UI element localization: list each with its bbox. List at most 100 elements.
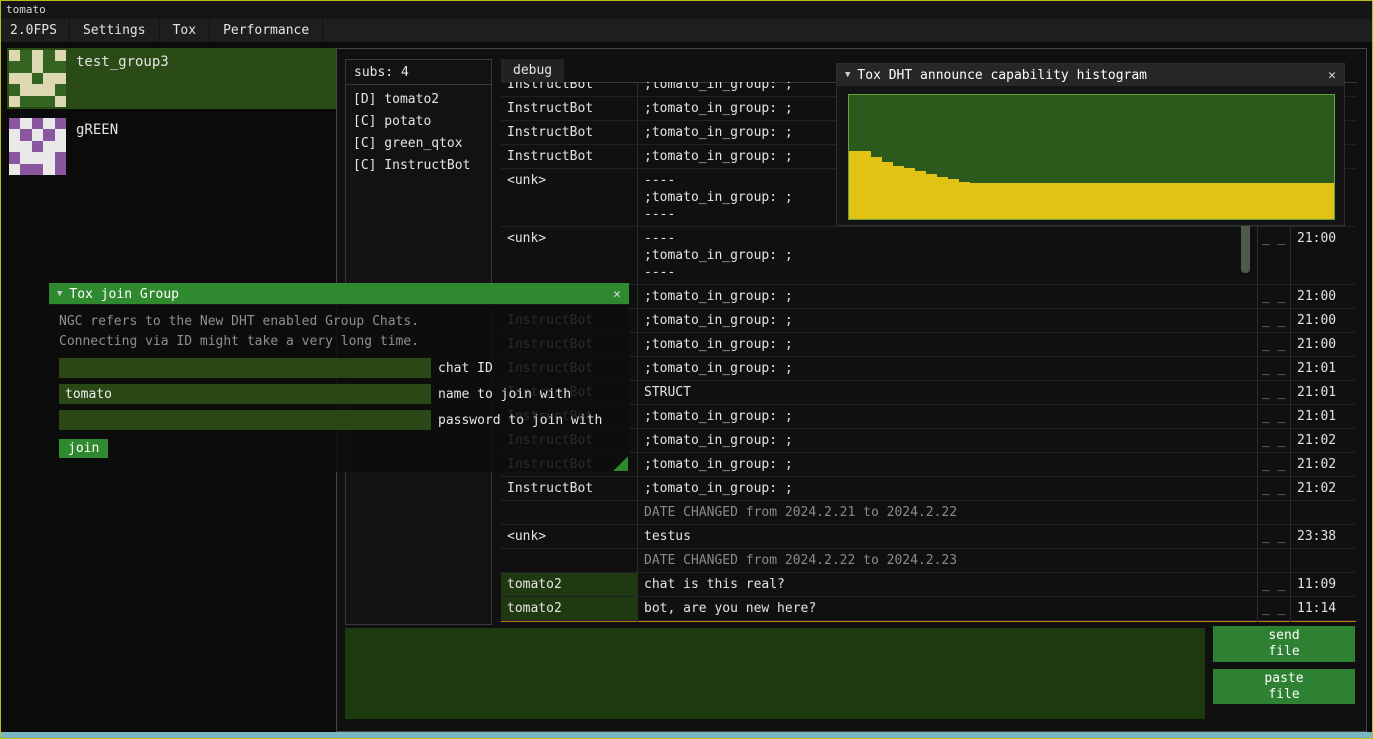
message-row: InstructBotSTRUCT_ _21:01 [501,381,1356,405]
message-status: _ _ [1258,405,1291,428]
message-sender: tomato2 [501,597,638,620]
message-status: _ _ [1258,597,1291,620]
histogram-bar [1168,183,1179,219]
join-input-chat-ID[interactable] [59,358,431,378]
histogram-bar [981,183,992,219]
message-status: _ _ [1258,381,1291,404]
join-info-line2: Connecting via ID might take a very long… [59,332,619,352]
tab-debug[interactable]: debug [501,59,564,83]
message-msg: ;tomato_in_group: ; [638,333,1258,356]
message-msg: bot, are you new here? [638,597,1258,620]
message-status: _ _ [1258,525,1291,548]
histogram-bar [1279,183,1290,219]
contact-avatar [9,118,66,175]
join-input-password-to-join-with[interactable] [59,410,431,430]
dht-histogram-window: ▼ Tox DHT announce capability histogram … [836,63,1345,226]
message-time: 21:00 [1291,227,1356,284]
message-msg: No, I've been in this group for quite so… [638,621,1258,622]
paste-file-button[interactable]: paste file [1213,669,1355,704]
histogram-bar [1213,183,1224,219]
message-sender: InstructBot [501,97,638,120]
resize-grip[interactable] [613,456,628,471]
message-sender: <unk> [501,169,638,226]
message-status: _ _ [1258,477,1291,500]
message-status: _ _ [1258,453,1291,476]
histogram-bar [1301,183,1312,219]
histogram-bar [1069,183,1080,219]
histogram-bar [992,183,1003,219]
message-msg: ;tomato_in_group: ; [638,405,1258,428]
message-row: tomato2bot, are you new here?_ _11:14 [501,597,1356,621]
message-time [1291,501,1356,524]
message-row: <unk>---- ;tomato_in_group: ; ----_ _21:… [501,227,1356,285]
message-time: 21:01 [1291,405,1356,428]
message-time: 21:02 [1291,453,1356,476]
contact-list: test_group3 gREEN [7,48,337,184]
scrollbar-thumb[interactable] [1241,223,1250,273]
histogram-bar [1025,183,1036,219]
message-time [1291,549,1356,572]
histogram-bar [1124,183,1135,219]
message-msg: ;tomato_in_group: ; [638,285,1258,308]
message-status: _ _ [1258,429,1291,452]
histogram-bar [1257,183,1268,219]
histogram-bar [1102,183,1113,219]
histogram-bar [1135,183,1146,219]
join-button[interactable]: join [59,439,108,458]
message-row: <unk>testus_ _23:38 [501,525,1356,549]
message-row: InstructBot;tomato_in_group: ;_ _21:01 [501,405,1356,429]
menu-performance[interactable]: Performance [210,19,323,42]
message-row: InstructBot;tomato_in_group: ;_ _21:02 [501,429,1356,453]
join-info-line1: NGC refers to the New DHT enabled Group … [59,312,619,332]
join-input-name-to-join-with[interactable] [59,384,431,404]
message-time: 11:15 [1291,621,1356,622]
subs-item[interactable]: [C] potato [346,111,491,133]
message-status: _ _ [1258,309,1291,332]
histogram-bar [1179,183,1190,219]
subs-item[interactable]: [C] green_qtox [346,133,491,155]
subs-item[interactable]: [C] InstructBot [346,155,491,177]
message-time: 21:02 [1291,477,1356,500]
contact-item-test_group3[interactable]: test_group3 [7,48,337,109]
collapse-arrow-icon[interactable]: ▼ [57,289,62,299]
histogram-bar [1146,183,1157,219]
join-field-row: chat ID [59,358,619,378]
message-msg: testus [638,525,1258,548]
app-window: tomato 2.0FPS SettingsToxPerformance tes… [0,0,1373,739]
message-row: DATE CHANGED from 2024.2.21 to 2024.2.22 [501,501,1356,525]
close-icon[interactable]: ✕ [613,287,621,302]
histogram-bar [1157,183,1168,219]
join-field-label: name to join with [438,387,571,402]
histogram-titlebar[interactable]: ▼ Tox DHT announce capability histogram … [837,64,1344,86]
histogram-bar [1036,183,1047,219]
collapse-arrow-icon[interactable]: ▼ [845,70,850,80]
message-msg: ;tomato_in_group: ; [638,357,1258,380]
message-msg: DATE CHANGED from 2024.2.22 to 2024.2.23 [638,549,1258,572]
message-time: 11:09 [1291,573,1356,596]
fps-counter: 2.0FPS [1,19,70,42]
menu-tox[interactable]: Tox [160,19,210,42]
send-file-button[interactable]: send file [1213,626,1355,662]
window-titlebar[interactable]: tomato [1,1,1372,19]
message-msg: DATE CHANGED from 2024.2.21 to 2024.2.22 [638,501,1258,524]
subs-item[interactable]: [D] tomato2 [346,89,491,111]
message-time: 21:00 [1291,309,1356,332]
histogram-bar [1235,183,1246,219]
histogram-bar [948,179,959,219]
join-dialog-titlebar[interactable]: ▼ Tox join Group ✕ [49,283,629,305]
message-time: 21:00 [1291,333,1356,356]
menu-settings[interactable]: Settings [70,19,160,42]
message-input[interactable] [345,628,1205,719]
contact-avatar [9,50,66,107]
histogram-bar [1312,183,1323,219]
histogram-bar [893,166,904,219]
message-sender [501,501,638,524]
histogram-bar [1113,183,1124,219]
message-time: 11:14 [1291,597,1356,620]
histogram-bar [871,157,882,219]
histogram-bar [1268,183,1279,219]
close-icon[interactable]: ✕ [1328,68,1336,83]
histogram-bar [1014,183,1025,219]
join-dialog-body: NGC refers to the New DHT enabled Group … [49,304,629,472]
contact-item-gREEN[interactable]: gREEN [7,116,337,177]
